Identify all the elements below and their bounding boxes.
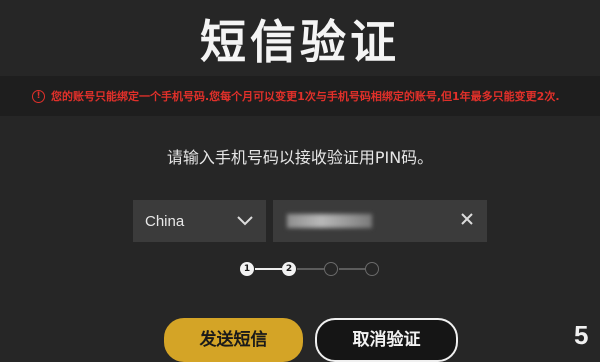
- step-connector: [255, 268, 282, 270]
- chevron-down-icon: [236, 215, 254, 227]
- step-connector: [339, 268, 365, 270]
- close-icon[interactable]: [459, 211, 475, 231]
- warning-message: ! 您的账号只能绑定一个手机号码.您每个月可以变更1次与手机号码相绑定的账号,但…: [32, 87, 560, 105]
- step-4: [365, 262, 379, 276]
- phone-field[interactable]: [273, 200, 487, 242]
- phone-number-input[interactable]: [287, 214, 372, 228]
- cancel-verification-button[interactable]: 取消验证: [315, 318, 458, 362]
- send-sms-button[interactable]: 发送短信: [164, 318, 303, 362]
- country-select-value: China: [145, 212, 185, 230]
- step-3: [324, 262, 338, 276]
- instruction-text: 请输入手机号码以接收验证用PIN码。: [166, 148, 434, 167]
- country-select[interactable]: China: [133, 200, 266, 242]
- step-2: 2: [282, 262, 296, 276]
- step-1: 1: [240, 262, 254, 276]
- progress-stepper: 1 2: [240, 262, 380, 278]
- corner-mark: 5: [574, 320, 589, 350]
- step-connector: [297, 268, 324, 270]
- warning-text: 您的账号只能绑定一个手机号码.您每个月可以变更1次与手机号码相绑定的账号,但1年…: [51, 90, 560, 103]
- alert-circle-icon: !: [32, 89, 45, 103]
- page-title: 短信验证: [200, 15, 400, 69]
